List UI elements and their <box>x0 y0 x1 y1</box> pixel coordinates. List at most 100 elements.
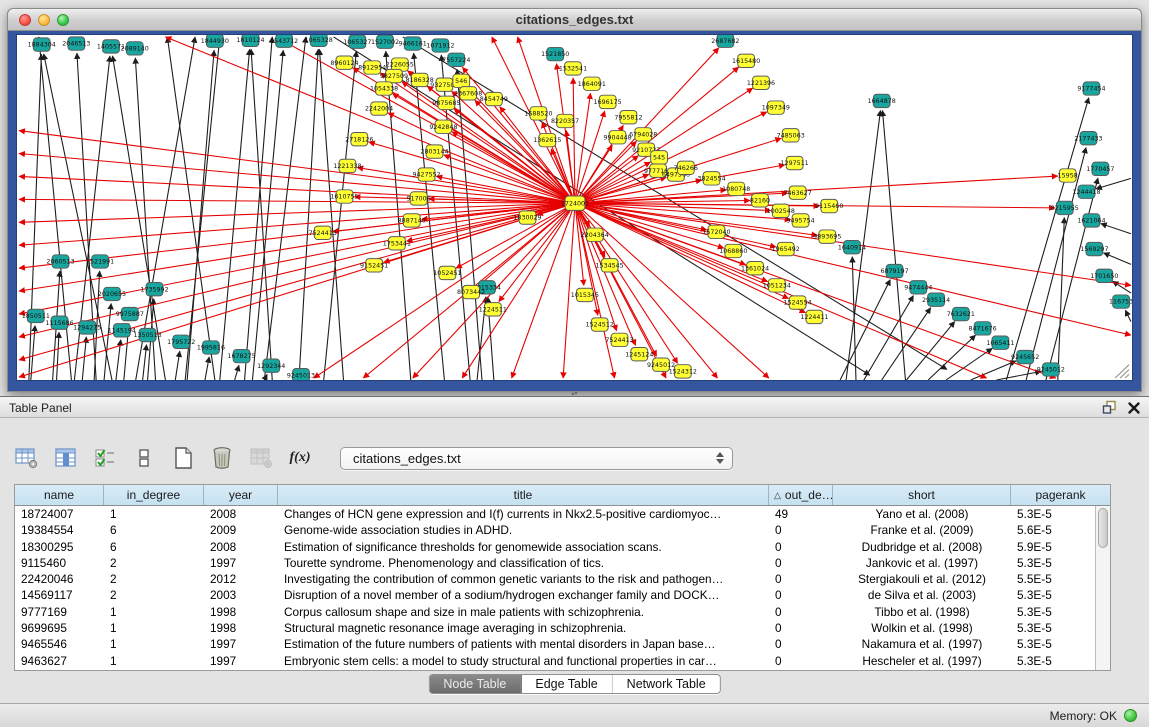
graph-node[interactable]: 9875685 <box>432 96 460 109</box>
graph-node[interactable]: 8471676 <box>969 322 997 335</box>
graph-node[interactable]: 3824554 <box>697 172 725 185</box>
column-header-out-degree[interactable]: △ out_de… <box>769 485 833 505</box>
graph-node[interactable]: 1588520 <box>524 107 552 120</box>
graph-node[interactable]: 1884304 <box>28 38 56 51</box>
graph-node[interactable]: 1244418 <box>1072 185 1100 198</box>
graph-node[interactable]: 1071912 <box>426 39 454 52</box>
graph-node[interactable]: 9115460 <box>815 199 843 212</box>
graph-node[interactable]: 1527002 <box>371 35 399 48</box>
table-row[interactable]: 1872400712008Changes of HCN gene express… <box>15 506 1095 522</box>
table-row[interactable]: 1830029562008Estimation of significance … <box>15 539 1095 555</box>
column-header-title[interactable]: title <box>278 485 769 505</box>
table-row[interactable]: 1456911722003Disruption of a novel membe… <box>15 587 1095 603</box>
close-panel-icon[interactable] <box>1127 401 1141 420</box>
graph-node[interactable]: 1615480 <box>732 54 760 67</box>
graph-node[interactable]: 6879197 <box>880 264 908 277</box>
graph-node[interactable]: 1224511 <box>479 303 507 316</box>
graph-node[interactable]: 15958 <box>1058 169 1078 182</box>
graph-node[interactable]: 1065411 <box>986 336 1014 349</box>
graph-node[interactable]: 7557224 <box>442 53 470 66</box>
graph-node[interactable]: 8454749 <box>480 92 508 105</box>
memory-ok-icon[interactable] <box>1124 709 1137 722</box>
graph-node[interactable]: 2687682 <box>711 35 739 47</box>
graph-node[interactable]: 1696175 <box>594 95 622 108</box>
table-scrollbar[interactable] <box>1095 506 1110 670</box>
function-builder-icon[interactable]: f(x) <box>287 445 313 471</box>
graph-node[interactable]: 2046513 <box>62 37 90 50</box>
graph-node[interactable]: 546 <box>453 74 470 87</box>
tab-edge-table[interactable]: Edge Table <box>521 675 612 693</box>
graph-node[interactable]: 1362615 <box>533 133 561 146</box>
graph-node[interactable]: 9245013 <box>287 369 315 380</box>
graph-node[interactable]: 9177454 <box>1077 82 1105 95</box>
graph-node[interactable]: 82160 <box>750 194 770 207</box>
selection-mode-icon[interactable] <box>92 445 118 471</box>
table-row[interactable]: 911546021997Tourette syndrome. Phenomeno… <box>15 555 1095 571</box>
graph-node[interactable]: 1221396 <box>747 76 775 89</box>
graph-node[interactable]: 1052451 <box>433 266 461 279</box>
graph-node[interactable]: 8220357 <box>551 114 579 127</box>
graph-node[interactable]: 1245124 <box>625 348 653 361</box>
graph-node[interactable]: 917006 <box>407 192 431 205</box>
graph-node[interactable]: 9893695 <box>813 230 841 243</box>
graph-node[interactable]: 1995816 <box>197 341 225 354</box>
graph-node[interactable]: 1065327 <box>343 35 371 48</box>
graph-node[interactable]: 2803144 <box>420 145 448 158</box>
graph-node[interactable]: 7463627 <box>784 186 812 199</box>
graph-node[interactable]: 1664878 <box>868 94 896 107</box>
graph-node[interactable]: 7485063 <box>777 129 805 142</box>
graph-node[interactable]: 1297511 <box>781 156 809 169</box>
graph-node[interactable]: 1521991 <box>86 255 114 268</box>
graph-node[interactable]: 2020655 <box>98 287 126 300</box>
network-canvas[interactable]: 1884304204651314055712089140184493018101… <box>16 34 1133 381</box>
graph-node[interactable]: 9427552 <box>413 168 441 181</box>
graph-node[interactable]: 1532541 <box>559 62 587 75</box>
graph-node[interactable]: 1770457 <box>1086 162 1114 175</box>
table-row[interactable]: 2242004622012Investigating the contribut… <box>15 571 1095 587</box>
graph-node[interactable]: 7955812 <box>614 110 642 123</box>
table-row[interactable]: 1938455462009Genome-wide association stu… <box>15 522 1095 538</box>
graph-node[interactable]: 1844930 <box>201 35 229 47</box>
graph-node[interactable]: 746266 <box>674 161 698 174</box>
column-header-year[interactable]: year <box>204 485 278 505</box>
float-panel-icon[interactable] <box>1102 400 1117 420</box>
column-header-pagerank[interactable]: pagerank <box>1011 485 1110 505</box>
graph-node[interactable]: 2060513 <box>46 255 74 268</box>
table-row[interactable]: 977716911998Corpus callosum shape and si… <box>15 604 1095 620</box>
graph-node[interactable]: 9245012 <box>1037 363 1065 376</box>
graph-node[interactable]: 1521850 <box>541 47 569 60</box>
graph-node[interactable]: 1830029 <box>513 211 541 224</box>
graph-node[interactable]: 116753 <box>1109 295 1132 308</box>
graph-node[interactable]: 8887140 <box>398 214 426 227</box>
graph-node[interactable]: 6794028 <box>629 128 657 141</box>
tab-node-table[interactable]: Node Table <box>429 675 521 693</box>
graph-node[interactable]: 2718126 <box>345 132 373 145</box>
graph-node[interactable]: 9466161 <box>399 37 427 50</box>
graph-node[interactable]: 9975887 <box>116 307 144 320</box>
column-header-in-degree[interactable]: in_degree <box>104 485 204 505</box>
graph-node[interactable]: 1965492 <box>772 242 800 255</box>
graph-node[interactable]: 7632621 <box>947 307 975 320</box>
column-header-name[interactable]: name <box>15 485 104 505</box>
graph-node[interactable]: 1145194 <box>108 324 136 337</box>
graph-node[interactable]: 1543712 <box>270 35 298 47</box>
graph-node[interactable]: 9152451 <box>360 259 388 272</box>
table-row[interactable]: 969969511998Structural magnetic resonanc… <box>15 620 1095 636</box>
graph-node[interactable]: 1724001 <box>561 196 589 210</box>
citation-graph[interactable]: 1884304204651314055712089140184493018101… <box>17 35 1132 380</box>
graph-node[interactable]: 1678275 <box>227 349 255 362</box>
graph-node[interactable]: 1068860 <box>719 244 747 257</box>
graph-node[interactable]: 1002548 <box>767 204 795 217</box>
graph-node[interactable]: 1810124 <box>236 35 264 46</box>
graph-node[interactable]: 8912954 <box>358 61 386 74</box>
tab-network-table[interactable]: Network Table <box>613 675 720 693</box>
resize-grip-icon[interactable] <box>1115 365 1129 378</box>
table-options-icon[interactable] <box>14 445 40 471</box>
graph-node[interactable]: 1864091 <box>578 77 606 90</box>
table-row[interactable]: 946362711997Embryonic stem cells: a mode… <box>15 653 1095 669</box>
graph-node[interactable]: 1621064 <box>1077 214 1105 227</box>
graph-node[interactable]: 1524512 <box>586 318 614 331</box>
show-columns-icon[interactable] <box>53 445 79 471</box>
graph-node[interactable]: 545 <box>651 151 668 164</box>
window-titlebar[interactable]: citations_edges.txt <box>8 9 1141 31</box>
